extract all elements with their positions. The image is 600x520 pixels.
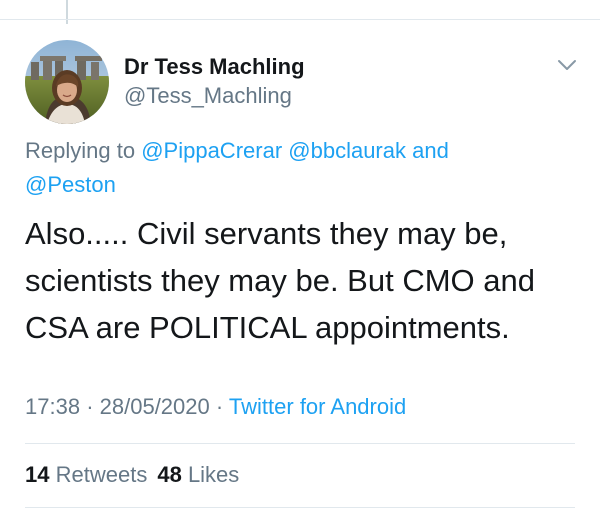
- reply-conjunction[interactable]: and: [412, 138, 449, 163]
- mention-link[interactable]: @PippaCrerar: [141, 138, 282, 163]
- author-display-name[interactable]: Dr Tess Machling: [124, 54, 305, 80]
- chevron-down-icon[interactable]: [555, 55, 579, 75]
- tweet-detail-page: Dr Tess Machling @Tess_Machling Replying…: [0, 0, 600, 520]
- retweets-label: Retweets: [55, 462, 148, 487]
- tweet-date[interactable]: 28/05/2020: [100, 394, 210, 419]
- avatar[interactable]: [25, 40, 109, 124]
- avatar-photo: [25, 40, 109, 124]
- likes-count: 48: [157, 462, 182, 487]
- top-divider: [0, 19, 600, 20]
- meta-separator: ·: [86, 394, 94, 419]
- retweets-stat[interactable]: 14 Retweets: [25, 462, 147, 487]
- meta-separator: ·: [215, 394, 224, 419]
- retweets-count: 14: [25, 462, 50, 487]
- author-handle[interactable]: @Tess_Machling: [124, 83, 292, 109]
- tweet-time[interactable]: 17:38: [25, 394, 80, 419]
- likes-label: Likes: [187, 462, 240, 487]
- reply-prefix: Replying to: [25, 138, 136, 163]
- mention-link[interactable]: @bbclaurak: [288, 138, 406, 163]
- reply-context: Replying to @PippaCrerar @bbclaurak and …: [25, 134, 575, 202]
- tweet-metadata: 17:38 · 28/05/2020 · Twitter for Android: [25, 394, 406, 420]
- tweet-source-link[interactable]: Twitter for Android: [229, 394, 406, 419]
- thread-connector-line: [66, 0, 68, 24]
- divider: [25, 507, 575, 508]
- likes-stat[interactable]: 48 Likes: [157, 462, 239, 487]
- engagement-stats: 14 Retweets 48 Likes: [25, 462, 239, 488]
- tweet-text: Also..... Civil servants they may be, sc…: [25, 216, 535, 345]
- mention-link[interactable]: @Peston: [25, 172, 116, 197]
- divider: [25, 443, 575, 444]
